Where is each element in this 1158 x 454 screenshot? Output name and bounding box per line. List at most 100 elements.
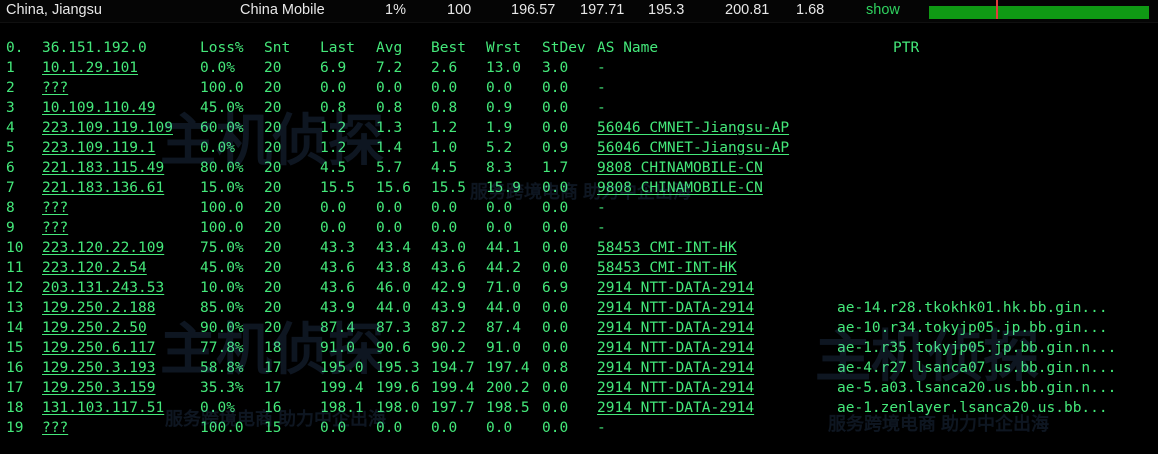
row-16-ptr: ae-4.r27.lsanca07.us.bb.gin.n... xyxy=(837,360,1117,376)
row-7-wrst: 15.9 xyxy=(486,180,521,196)
row-16-as-name: 2914 NTT-DATA-2914 xyxy=(597,360,755,376)
row-16-host: 129.250.3.193 xyxy=(42,360,156,376)
row-5-best: 1.0 xyxy=(431,140,458,156)
row-8-avg: 0.0 xyxy=(376,200,403,216)
row-1-stdev: 3.0 xyxy=(542,60,569,76)
row-10-wrst: 44.1 xyxy=(486,240,521,256)
row-3-host: 10.109.110.49 xyxy=(42,100,156,116)
row-13-snt: 20 xyxy=(264,300,282,316)
row-2-avg: 0.0 xyxy=(376,80,403,96)
header-avg: Avg xyxy=(376,40,403,56)
row-2-wrst: 0.0 xyxy=(486,80,513,96)
row-12-snt: 20 xyxy=(264,280,282,296)
row-17-as-name: 2914 NTT-DATA-2914 xyxy=(597,380,755,396)
row-3-last: 0.8 xyxy=(320,100,347,116)
row-16-stdev: 0.8 xyxy=(542,360,569,376)
row-10-stdev: 0.0 xyxy=(542,240,569,256)
row-3-avg: 0.8 xyxy=(376,100,403,116)
row-5-avg: 1.4 xyxy=(376,140,403,156)
row-17-hop: 17 xyxy=(6,380,24,396)
row-5-wrst: 5.2 xyxy=(486,140,513,156)
row-19-host: ??? xyxy=(42,420,69,436)
row-14-as-name: 2914 NTT-DATA-2914 xyxy=(597,320,755,336)
row-10-last: 43.3 xyxy=(320,240,355,256)
row-3-stdev: 0.0 xyxy=(542,100,569,116)
row-19-avg: 0.0 xyxy=(376,420,403,436)
row-18-wrst: 198.5 xyxy=(486,400,530,416)
row-4-avg: 1.3 xyxy=(376,120,403,136)
row-13-host: 129.250.2.188 xyxy=(42,300,156,316)
row-3-snt: 20 xyxy=(264,100,282,116)
row-4-loss: 60.0% xyxy=(200,120,244,136)
row-15-ptr: ae-1.r35.tokyjp05.jp.bb.gin.n... xyxy=(837,340,1117,356)
row-7-host: 221.183.136.61 xyxy=(42,180,165,196)
row-13-as-name: 2914 NTT-DATA-2914 xyxy=(597,300,755,316)
row-18-hop: 18 xyxy=(6,400,24,416)
row-13-loss: 85.0% xyxy=(200,300,244,316)
row-9-host: ??? xyxy=(42,220,69,236)
row-4-hop: 4 xyxy=(6,120,15,136)
row-14-last: 87.4 xyxy=(320,320,355,336)
row-19-stdev: 0.0 xyxy=(542,420,569,436)
row-5-loss: 0.0% xyxy=(200,140,235,156)
row-9-snt: 20 xyxy=(264,220,282,236)
row-5-hop: 5 xyxy=(6,140,15,156)
row-2-snt: 20 xyxy=(264,80,282,96)
row-10-hop: 10 xyxy=(6,240,24,256)
row-2-last: 0.0 xyxy=(320,80,347,96)
row-14-snt: 20 xyxy=(264,320,282,336)
row-19-best: 0.0 xyxy=(431,420,458,436)
row-9-avg: 0.0 xyxy=(376,220,403,236)
row-15-as-name: 2914 NTT-DATA-2914 xyxy=(597,340,755,356)
row-2-best: 0.0 xyxy=(431,80,458,96)
row-1-avg: 7.2 xyxy=(376,60,403,76)
row-8-wrst: 0.0 xyxy=(486,200,513,216)
row-9-hop: 9 xyxy=(6,220,15,236)
row-5-as-name: 56046 CMNET-Jiangsu-AP xyxy=(597,140,790,156)
row-4-host: 223.109.119.109 xyxy=(42,120,173,136)
row-17-avg: 199.6 xyxy=(376,380,420,396)
header-snt: Snt xyxy=(264,40,291,56)
row-17-best: 199.4 xyxy=(431,380,475,396)
row-5-last: 1.2 xyxy=(320,140,347,156)
row-14-stdev: 0.0 xyxy=(542,320,569,336)
row-10-avg: 43.4 xyxy=(376,240,411,256)
row-13-ptr: ae-14.r28.tkokhk01.hk.bb.gin... xyxy=(837,300,1108,316)
row-5-stdev: 0.9 xyxy=(542,140,569,156)
row-17-ptr: ae-5.a03.lsanca20.us.bb.gin.n... xyxy=(837,380,1117,396)
row-4-wrst: 1.9 xyxy=(486,120,513,136)
row-15-avg: 90.6 xyxy=(376,340,411,356)
row-16-snt: 17 xyxy=(264,360,282,376)
row-11-stdev: 0.0 xyxy=(542,260,569,276)
row-4-as-name: 56046 CMNET-Jiangsu-AP xyxy=(597,120,790,136)
row-13-last: 43.9 xyxy=(320,300,355,316)
row-6-loss: 80.0% xyxy=(200,160,244,176)
row-2-hop: 2 xyxy=(6,80,15,96)
row-11-as-name: 58453 CMI-INT-HK xyxy=(597,260,737,276)
row-9-stdev: 0.0 xyxy=(542,220,569,236)
row-4-snt: 20 xyxy=(264,120,282,136)
row-12-last: 43.6 xyxy=(320,280,355,296)
row-17-last: 199.4 xyxy=(320,380,364,396)
row-19-as-name: - xyxy=(597,420,606,436)
row-18-snt: 16 xyxy=(264,400,282,416)
row-12-as-name: 2914 NTT-DATA-2914 xyxy=(597,280,755,296)
row-6-snt: 20 xyxy=(264,160,282,176)
row-11-host: 223.120.2.54 xyxy=(42,260,147,276)
row-1-snt: 20 xyxy=(264,60,282,76)
header-stdev: StDev xyxy=(542,40,586,56)
row-18-ptr: ae-1.zenlayer.lsanca20.us.bb... xyxy=(837,400,1108,416)
row-1-hop: 1 xyxy=(6,60,15,76)
row-12-host: 203.131.243.53 xyxy=(42,280,165,296)
row-3-best: 0.8 xyxy=(431,100,458,116)
row-11-wrst: 44.2 xyxy=(486,260,521,276)
row-16-loss: 58.8% xyxy=(200,360,244,376)
row-6-hop: 6 xyxy=(6,160,15,176)
row-9-best: 0.0 xyxy=(431,220,458,236)
row-2-as-name: - xyxy=(597,80,606,96)
row-14-hop: 14 xyxy=(6,320,24,336)
row-14-ptr: ae-10.r34.tokyjp05.jp.bb.gin... xyxy=(837,320,1108,336)
row-1-wrst: 13.0 xyxy=(486,60,521,76)
row-10-loss: 75.0% xyxy=(200,240,244,256)
row-6-avg: 5.7 xyxy=(376,160,403,176)
